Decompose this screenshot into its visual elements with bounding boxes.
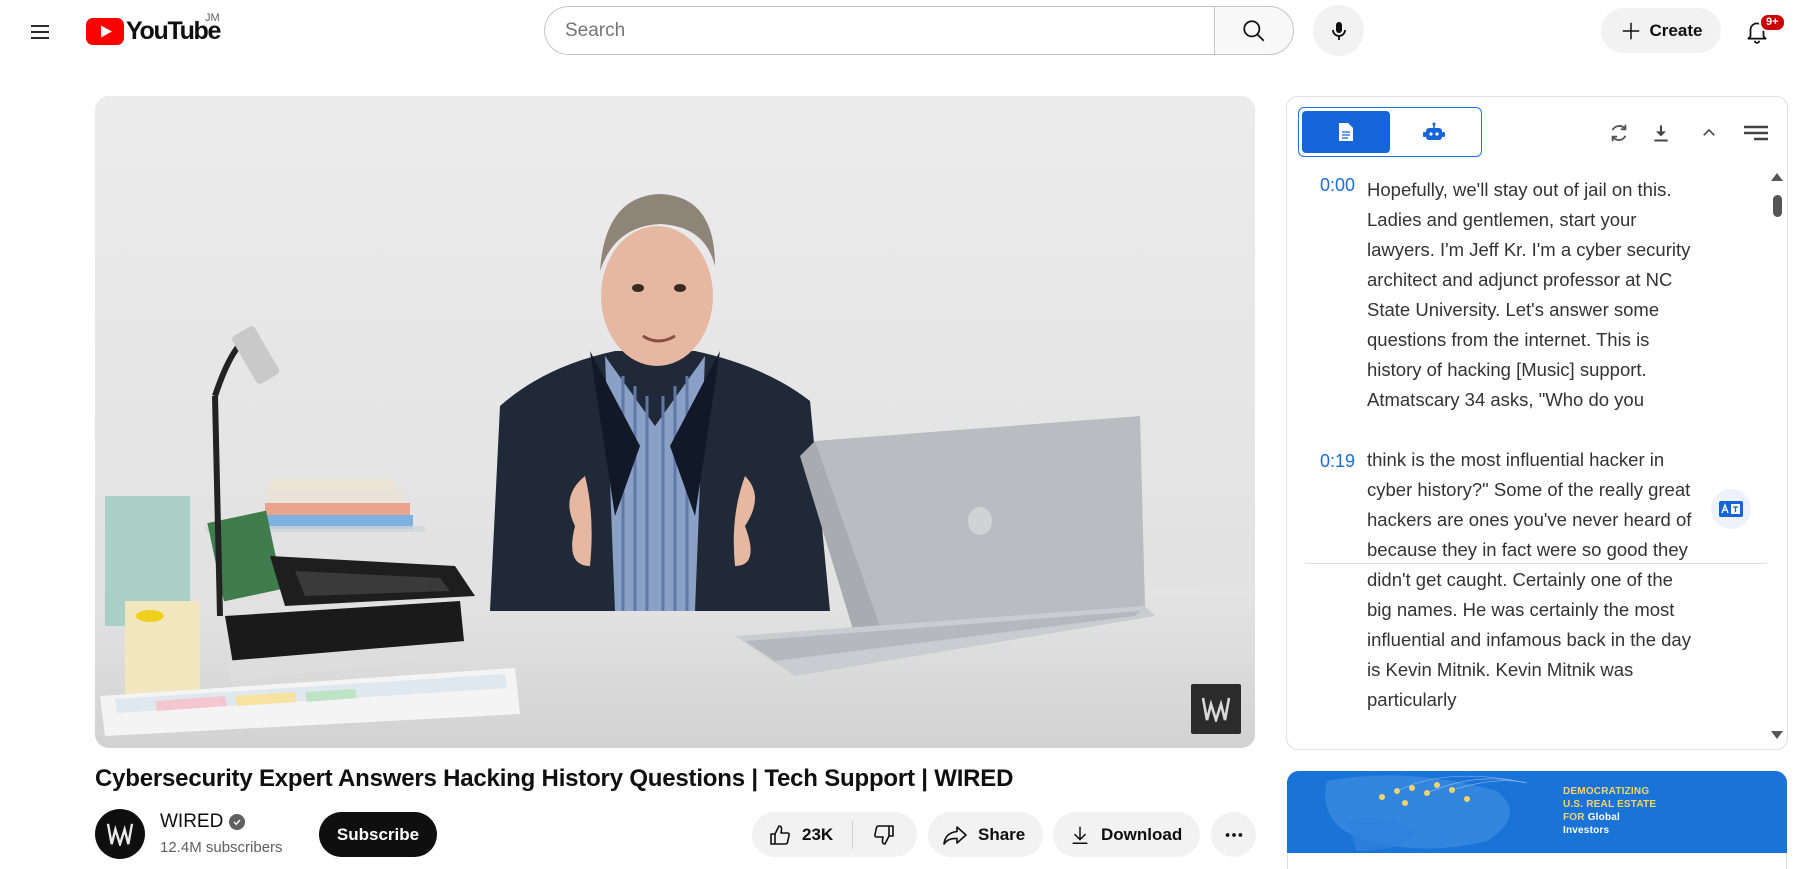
- segment-text: think is the most influential hacker in …: [1367, 449, 1692, 710]
- ad-line-3-suffix: Global: [1587, 812, 1621, 823]
- transcript-header: [1287, 97, 1787, 167]
- scroll-down-arrow[interactable]: [1771, 731, 1783, 739]
- dislike-button[interactable]: [853, 812, 915, 857]
- notification-badge: 9+: [1759, 13, 1786, 32]
- ad-line-2: U.S. REAL ESTATE: [1563, 799, 1657, 810]
- robot-icon: [1423, 122, 1445, 140]
- download-button[interactable]: Download: [1053, 812, 1200, 857]
- share-button[interactable]: Share: [928, 812, 1043, 857]
- notifications-button[interactable]: 9+: [1735, 9, 1786, 53]
- refresh-button[interactable]: [1605, 119, 1633, 147]
- document-icon: [1339, 123, 1353, 141]
- thumbs-up-icon: [770, 824, 790, 845]
- plus-icon: [1622, 22, 1639, 39]
- segment-timestamp[interactable]: 0:19: [1320, 451, 1355, 472]
- video-title: Cybersecurity Expert Answers Hacking His…: [95, 765, 1014, 792]
- channel-avatar[interactable]: [95, 809, 145, 859]
- more-horizontal-icon: [1225, 832, 1242, 837]
- scroll-thumb[interactable]: [1773, 195, 1782, 217]
- thumbs-down-icon: [874, 824, 894, 845]
- like-button[interactable]: 23K: [752, 812, 852, 857]
- segment-timestamp[interactable]: 0:00: [1320, 175, 1355, 196]
- scroll-up-arrow[interactable]: [1771, 173, 1783, 181]
- download-icon: [1072, 826, 1088, 844]
- youtube-logo[interactable]: YouTube: [86, 16, 221, 46]
- transcript-list: 0:00 Hopefully, we'll stay out of jail o…: [1287, 169, 1767, 749]
- video-frame: [95, 96, 1255, 748]
- transcript-scrollbar[interactable]: [1767, 169, 1787, 747]
- wired-logo-icon: [1201, 697, 1231, 722]
- ad-banner[interactable]: DEMOCRATIZING U.S. REAL ESTATE FOR Globa…: [1287, 771, 1787, 853]
- search-input[interactable]: [544, 6, 1214, 55]
- collapse-button[interactable]: [1695, 119, 1723, 147]
- subscribe-button[interactable]: Subscribe: [319, 812, 437, 857]
- ad-line-4: Investors: [1563, 825, 1610, 836]
- share-arrow-icon: [943, 825, 967, 845]
- ad-map-graphic: [1287, 771, 1787, 853]
- like-count: 23K: [802, 824, 834, 844]
- wired-logo-icon: [106, 823, 134, 846]
- more-actions-button[interactable]: [1211, 812, 1256, 857]
- create-label: Create: [1649, 20, 1703, 40]
- menu-button[interactable]: [20, 12, 60, 52]
- transcript-settings-button[interactable]: [1742, 119, 1770, 147]
- search-icon: [1243, 19, 1265, 41]
- share-label: Share: [978, 824, 1026, 844]
- subscriber-count: 12.4M subscribers: [160, 839, 283, 856]
- transcript-download-button[interactable]: [1647, 119, 1675, 147]
- masthead: YouTube JM Create 9+: [0, 0, 1807, 64]
- youtube-play-icon: [86, 17, 124, 45]
- video-player[interactable]: [95, 96, 1255, 748]
- search-button[interactable]: [1214, 6, 1294, 55]
- refresh-icon: [1611, 124, 1627, 142]
- country-code: JM: [205, 12, 220, 24]
- search-box: [544, 6, 1294, 55]
- channel-name[interactable]: WIRED: [160, 811, 246, 833]
- ad-line-3: FOR Global: [1563, 811, 1656, 824]
- transcript-segment[interactable]: 0:00 Hopefully, we'll stay out of jail o…: [1287, 169, 1767, 415]
- lines-menu-icon: [1744, 125, 1768, 141]
- tab-transcript[interactable]: [1302, 111, 1390, 153]
- channel-name-text: WIRED: [160, 811, 224, 832]
- ad-headline: DEMOCRATIZING U.S. REAL ESTATE FOR Globa…: [1563, 785, 1656, 837]
- segment-text: Hopefully, we'll stay out of jail on thi…: [1367, 179, 1691, 410]
- channel-watermark[interactable]: [1191, 684, 1241, 734]
- transcript-segment[interactable]: 0:19 think is the most influential hacke…: [1287, 445, 1767, 715]
- download-label: Download: [1101, 824, 1183, 844]
- voice-search-button[interactable]: [1313, 5, 1364, 56]
- tab-ai-summary[interactable]: [1390, 111, 1478, 153]
- mic-icon: [1331, 21, 1346, 40]
- transcript-tab-group: [1298, 107, 1482, 157]
- download-icon: [1654, 125, 1668, 142]
- ad-line-1: DEMOCRATIZING: [1563, 786, 1650, 797]
- create-button[interactable]: Create: [1601, 8, 1721, 53]
- verified-badge-icon: [229, 814, 246, 830]
- chevron-up-icon: [1703, 128, 1715, 136]
- ad-card-footer: [1287, 853, 1787, 869]
- transcript-panel: 0:00 Hopefully, we'll stay out of jail o…: [1286, 96, 1788, 750]
- ad-line-3-prefix: FOR: [1563, 812, 1585, 823]
- like-dislike-group: 23K: [752, 812, 917, 857]
- hamburger-icon: [31, 25, 49, 39]
